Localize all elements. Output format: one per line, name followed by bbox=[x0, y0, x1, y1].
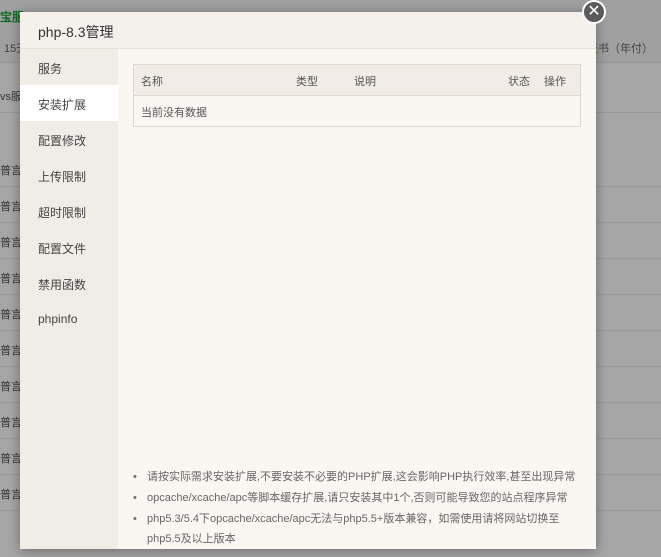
table-header-row: 名称 类型 说明 状态 操作 bbox=[134, 65, 580, 96]
sidebar-item-label: 服务 bbox=[38, 62, 63, 76]
tip-item: • php5.3/5.4下opcache/xcache/apc无法与php5.5… bbox=[132, 509, 582, 549]
sidebar-item-upload-limit[interactable]: 上传限制 bbox=[20, 157, 118, 193]
extensions-table: 名称 类型 说明 状态 操作 当前没有数据 bbox=[133, 64, 581, 127]
empty-message: 当前没有数据 bbox=[141, 107, 207, 119]
sidebar-item-label: 超时限制 bbox=[38, 206, 87, 220]
sidebar-item-config-file[interactable]: 配置文件 bbox=[20, 229, 118, 265]
column-header-action: 操作 bbox=[544, 76, 566, 88]
close-icon[interactable]: ✕ bbox=[582, 0, 606, 24]
tip-item: • opcache/xcache/apc等脚本缓存扩展,请只安装其中1个,否则可… bbox=[132, 488, 582, 508]
tip-text: php5.3/5.4下opcache/xcache/apc无法与php5.5+版… bbox=[147, 513, 560, 545]
table-empty-row: 当前没有数据 bbox=[134, 96, 580, 126]
column-header-status: 状态 bbox=[508, 76, 530, 88]
dialog-title: php-8.3管理 bbox=[38, 24, 114, 40]
sidebar-item-label: phpinfo bbox=[38, 312, 78, 326]
bullet-icon: • bbox=[133, 492, 137, 504]
tips-list: • 请按实际需求安装扩展,不要安装不必要的PHP扩展,这会影响PHP执行效率,甚… bbox=[132, 467, 582, 550]
sidebar-item-disabled-functions[interactable]: 禁用函数 bbox=[20, 265, 118, 301]
bullet-icon: • bbox=[133, 513, 137, 525]
tip-text: 请按实际需求安装扩展,不要安装不必要的PHP扩展,这会影响PHP执行效率,甚至出… bbox=[147, 471, 576, 483]
sidebar-item-timeout-limit[interactable]: 超时限制 bbox=[20, 193, 118, 229]
sidebar-item-label: 上传限制 bbox=[38, 170, 87, 184]
sidebar-item-service[interactable]: 服务 bbox=[20, 49, 118, 85]
sidebar-item-phpinfo[interactable]: phpinfo bbox=[20, 301, 118, 337]
dialog-sidebar: 服务 安装扩展 配置修改 上传限制 超时限制 配置文件 禁用函数 phpinfo bbox=[20, 49, 118, 549]
sidebar-item-install-extensions[interactable]: 安装扩展 bbox=[20, 85, 118, 121]
sidebar-item-config-edit[interactable]: 配置修改 bbox=[20, 121, 118, 157]
bullet-icon: • bbox=[133, 471, 137, 483]
sidebar-item-label: 配置修改 bbox=[38, 134, 87, 148]
dialog-content: 名称 类型 说明 状态 操作 当前没有数据 • 请按实际需求安装扩展,不要安装不… bbox=[118, 49, 596, 549]
sidebar-item-label: 配置文件 bbox=[38, 242, 87, 256]
column-header-name: 名称 bbox=[141, 76, 163, 88]
dialog-header: php-8.3管理 bbox=[20, 12, 596, 49]
column-header-type: 类型 bbox=[296, 76, 318, 88]
sidebar-item-label: 安装扩展 bbox=[38, 98, 87, 112]
sidebar-item-label: 禁用函数 bbox=[38, 278, 87, 292]
tip-item: • 请按实际需求安装扩展,不要安装不必要的PHP扩展,这会影响PHP执行效率,甚… bbox=[132, 467, 582, 487]
tip-text: opcache/xcache/apc等脚本缓存扩展,请只安装其中1个,否则可能导… bbox=[147, 492, 568, 504]
column-header-description: 说明 bbox=[354, 76, 376, 88]
php-manager-dialog: php-8.3管理 服务 安装扩展 配置修改 上传限制 超时限制 配置文件 禁用… bbox=[20, 12, 596, 549]
